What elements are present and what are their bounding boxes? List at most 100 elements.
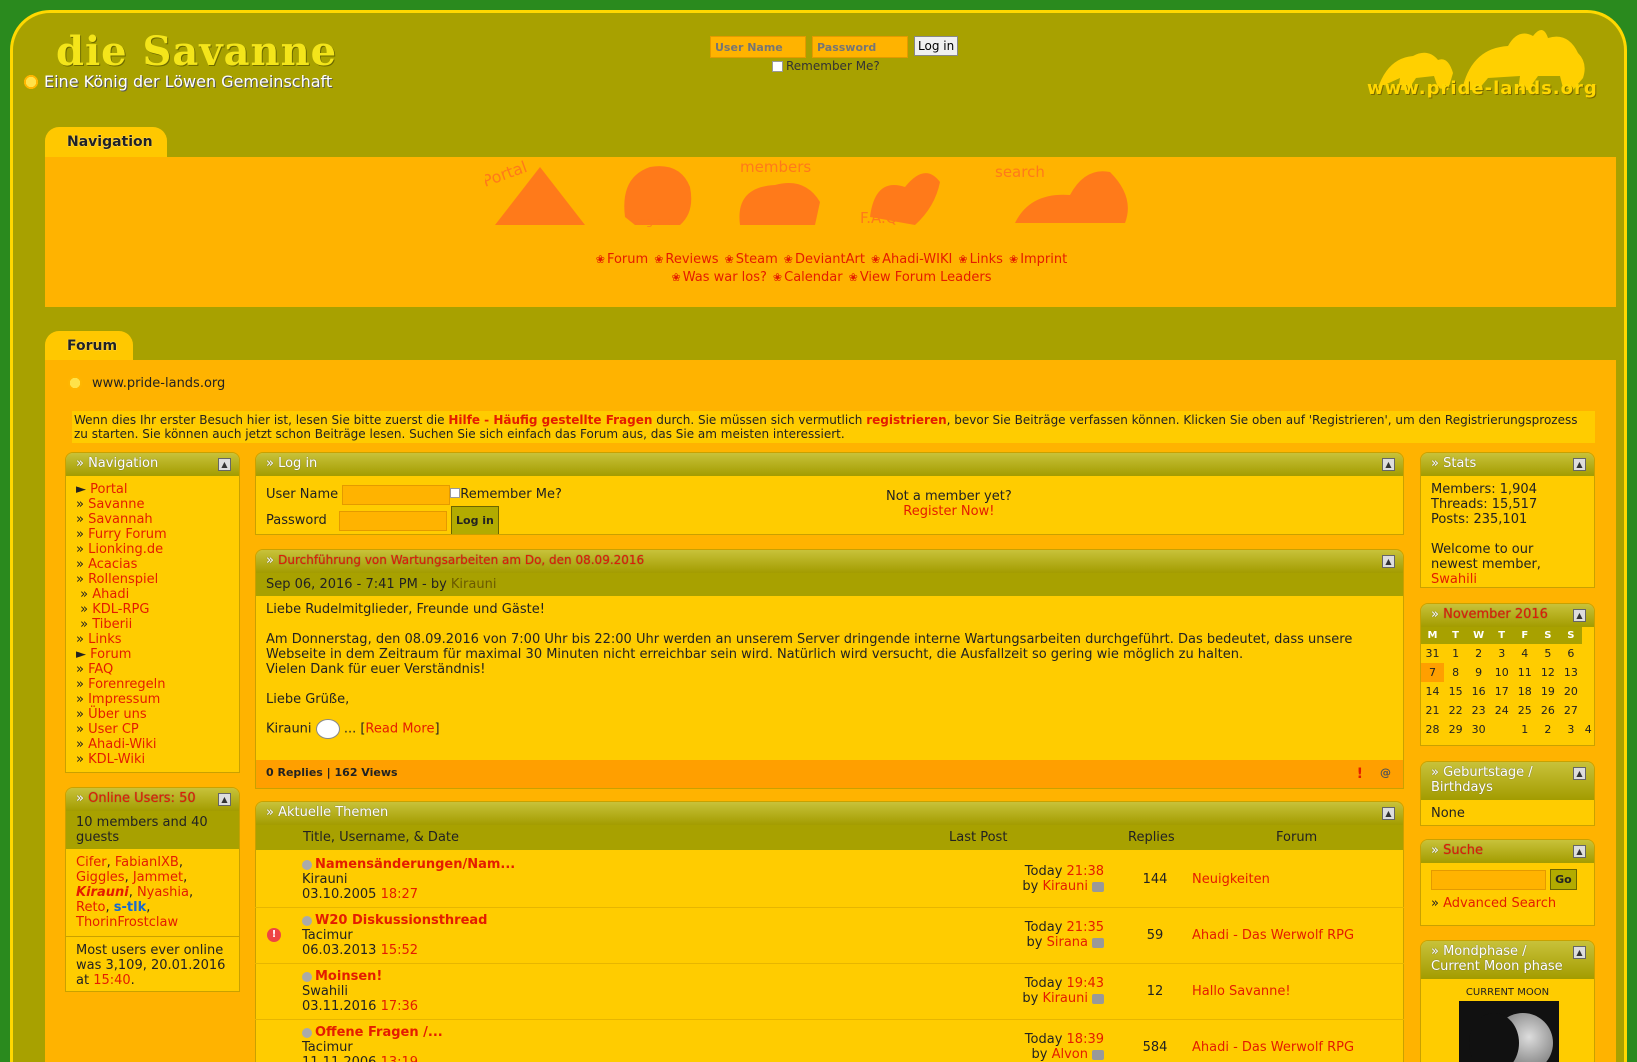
calendar-day[interactable]: 26	[1536, 701, 1559, 720]
go-to-post-icon[interactable]	[1092, 993, 1104, 1004]
left-nav-item[interactable]: » Savanne	[76, 497, 229, 512]
thread-row[interactable]: Namensänderungen/Nam... Kirauni 03.10.2005…	[255, 852, 1404, 908]
alert-icon[interactable]: !	[1357, 766, 1363, 782]
left-nav-item[interactable]: » Rollenspiel	[76, 572, 229, 587]
faq-nav-image[interactable]: F.A.Q	[860, 173, 940, 227]
nav-link-4[interactable]: ❀ Ahadi-WIKI	[869, 252, 952, 267]
online-users-link[interactable]: Online Users: 50	[88, 791, 196, 806]
left-nav-item[interactable]: » Über uns	[76, 707, 229, 722]
calendar-day[interactable]: 15	[1444, 682, 1467, 701]
nav-link-2[interactable]: ❀ Steam	[723, 252, 778, 267]
thread-title-link[interactable]: Namensänderungen/Nam...	[315, 857, 515, 872]
collapse-icon[interactable]: ▲	[1573, 458, 1586, 471]
calendar-day[interactable]: 6	[1559, 644, 1582, 663]
left-nav-item[interactable]: » Tiberii	[76, 617, 229, 632]
calendar-day[interactable]: 31	[1421, 644, 1444, 663]
online-user-link[interactable]: FabianIXB	[115, 855, 179, 870]
username-input[interactable]	[342, 484, 451, 505]
left-nav-item[interactable]: » Furry Forum	[76, 527, 229, 542]
newest-member-link[interactable]: Swahili	[1431, 572, 1477, 587]
nav-link-extra-0[interactable]: ❀ Was war los?	[669, 270, 766, 285]
online-user-link[interactable]: Giggles	[76, 870, 125, 885]
left-nav-item[interactable]: » Impressum	[76, 692, 229, 707]
calendar-day[interactable]: 2	[1467, 644, 1490, 663]
search-input[interactable]	[1431, 869, 1546, 890]
register-link[interactable]: registrieren	[866, 413, 946, 427]
calendar-day[interactable]: 1	[1444, 644, 1467, 663]
thread-title-link[interactable]: Offene Fragen /...	[315, 1025, 443, 1040]
search-nav-image[interactable]: search	[995, 163, 1128, 223]
collapse-icon[interactable]: ▲	[1382, 458, 1395, 471]
left-nav-item[interactable]: » Savannah	[76, 512, 229, 527]
online-user-link[interactable]: Cifer	[76, 855, 107, 870]
search-title-link[interactable]: Suche	[1443, 843, 1483, 858]
calendar-day[interactable]: 1	[1513, 720, 1536, 739]
calendar-month-link[interactable]: November 2016	[1443, 607, 1548, 622]
faq-link[interactable]: Hilfe - Häufig gestellte Fragen	[448, 413, 652, 427]
email-icon[interactable]: @	[1380, 766, 1391, 779]
left-nav-item[interactable]: » FAQ	[76, 662, 229, 677]
collapse-icon[interactable]: ▲	[1573, 845, 1586, 858]
thread-row[interactable]: Offene Fragen /...Tacimur11.11.2006 13:1…	[255, 1020, 1404, 1062]
nav-link-extra-1[interactable]: ❀ Calendar	[771, 270, 843, 285]
collapse-icon[interactable]: ▲	[1382, 807, 1395, 820]
online-user-link[interactable]: Jammet	[133, 870, 183, 885]
calendar-day[interactable]: 2	[1536, 720, 1559, 739]
login-button[interactable]: Log in	[451, 506, 499, 534]
calendar-day[interactable]: 4	[1513, 644, 1536, 663]
calendar-day[interactable]: 27	[1559, 701, 1582, 720]
left-nav-item[interactable]: ► Forum	[76, 647, 229, 662]
thread-row[interactable]: Moinsen! Swahili 03.11.2016 17:36 Today 19:…	[255, 964, 1404, 1020]
left-nav-item[interactable]: » User CP	[76, 722, 229, 737]
left-nav-item[interactable]: » Lionking.de	[76, 542, 229, 557]
online-user-link[interactable]: ThorinFrostclaw	[76, 915, 178, 930]
last-post-user-link[interactable]: Alvon	[1052, 1047, 1088, 1062]
collapse-icon[interactable]: ▲	[1573, 767, 1586, 780]
left-nav-item[interactable]: » Acacias	[76, 557, 229, 572]
thread-forum-link[interactable]: Hallo Savanne!	[1192, 984, 1291, 999]
left-nav-item[interactable]: » KDL-Wiki	[76, 752, 229, 767]
online-user-link[interactable]: s-tlk	[114, 900, 146, 915]
thread-row[interactable]: ! W20 Diskussionsthread Tacimur 06.03.2013 …	[255, 908, 1404, 964]
calendar-day[interactable]: 3	[1490, 644, 1513, 663]
calendar-day[interactable]: 16	[1467, 682, 1490, 701]
calendar-day[interactable]: 8	[1444, 663, 1467, 682]
remember-checkbox[interactable]	[450, 488, 461, 498]
calendar-day[interactable]: 7	[1421, 663, 1445, 682]
calendar-day[interactable]: 13	[1559, 663, 1582, 682]
calendar-day[interactable]: 21	[1421, 701, 1444, 720]
collapse-icon[interactable]: ▲	[1573, 609, 1586, 622]
calendar-day[interactable]: 23	[1467, 701, 1490, 720]
calendar-day[interactable]: 4	[1582, 720, 1594, 739]
calendar-day[interactable]: 22	[1444, 701, 1467, 720]
last-post-user-link[interactable]: Sirana	[1047, 935, 1088, 950]
thread-forum-link[interactable]: Ahadi - Das Werwolf RPG	[1192, 928, 1354, 943]
brand-url[interactable]: www.pride-lands.org	[1367, 78, 1598, 99]
left-nav-item[interactable]: ► Portal	[76, 482, 229, 497]
calendar-day[interactable]: 19	[1536, 682, 1559, 701]
members-nav-image[interactable]: members	[739, 158, 820, 225]
calendar-day[interactable]: 11	[1513, 663, 1536, 682]
online-user-link[interactable]: Kirauni	[76, 885, 129, 900]
password-input[interactable]	[338, 510, 447, 531]
online-user-link[interactable]: Reto	[76, 900, 106, 915]
news-title-link[interactable]: Durchführung von Wartungsarbeiten am Do,…	[278, 553, 644, 567]
remember-checkbox[interactable]	[772, 60, 783, 72]
calendar-day[interactable]: 17	[1490, 682, 1513, 701]
header-password-input[interactable]	[812, 36, 908, 58]
left-nav-item[interactable]: » Links	[76, 632, 229, 647]
left-nav-item[interactable]: » Ahadi	[76, 587, 229, 602]
calendar-day[interactable]: 14	[1421, 682, 1444, 701]
advanced-search-link[interactable]: Advanced Search	[1443, 896, 1556, 911]
thread-title-link[interactable]: Moinsen!	[315, 969, 382, 984]
left-nav-item[interactable]: » Forenregeln	[76, 677, 229, 692]
read-more-link[interactable]: Read More	[365, 722, 434, 737]
calendar-day[interactable]: 5	[1536, 644, 1559, 663]
calendar-day[interactable]: 12	[1536, 663, 1559, 682]
register-nav-image[interactable]: register	[624, 166, 692, 228]
nav-link-3[interactable]: ❀ DeviantArt	[782, 252, 865, 267]
collapse-icon[interactable]: ▲	[218, 458, 231, 471]
go-to-post-icon[interactable]	[1092, 1049, 1104, 1060]
calendar-day[interactable]: 29	[1444, 720, 1467, 739]
header-username-input[interactable]	[710, 36, 806, 58]
